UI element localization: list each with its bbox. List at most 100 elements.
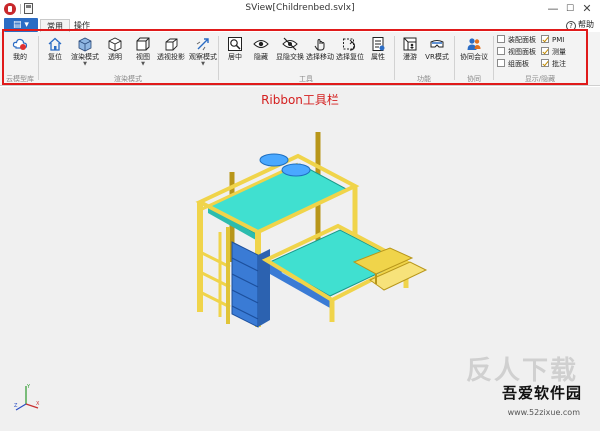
window-title: SView[Childrenbed.svlx]	[245, 3, 355, 13]
help-icon: ?	[566, 21, 576, 31]
center-button[interactable]: 居中	[222, 34, 248, 70]
meeting-icon	[467, 38, 481, 50]
render-mode-button[interactable]: 渲染模式 ▼	[70, 34, 100, 70]
select-reset-button[interactable]: 选择复位	[335, 34, 365, 70]
annotation-checkbox[interactable]: 批注	[541, 59, 566, 70]
group-panel-label: 组面板	[508, 60, 529, 68]
pmi-checkbox[interactable]: PMI	[541, 35, 564, 46]
meeting-label: 协同会议	[460, 53, 488, 61]
tab-operation[interactable]: 操作	[68, 19, 96, 32]
properties-label: 属性	[371, 53, 385, 61]
swap-visibility-icon	[282, 37, 298, 51]
file-menu-button[interactable]: ▤ ▾	[4, 18, 38, 32]
walkthrough-button[interactable]: 漫游	[397, 34, 423, 70]
annotation-label: 批注	[552, 60, 566, 68]
view-cube-icon	[136, 37, 150, 51]
group-separator	[493, 36, 494, 80]
perspective-cube-icon	[165, 38, 178, 51]
home-icon	[48, 37, 62, 51]
3d-viewport[interactable]: Ribbon工具栏 Y X Z 反人下载 吾爱软件园 www.52zixue.c…	[0, 87, 600, 431]
center-label: 居中	[228, 53, 242, 61]
group-separator	[218, 36, 219, 80]
ribbon-toolbar: 我的 云模型库 复位 渲染模式 ▼ 透明 视图 ▼ 透视投影 观察模式 ▼ 渲染…	[0, 32, 600, 86]
transparent-label: 透明	[108, 53, 122, 61]
vr-mode-label: VR模式	[425, 53, 449, 61]
properties-icon	[372, 37, 385, 51]
hide-label: 隐藏	[254, 53, 268, 61]
select-move-button[interactable]: 选择移动	[305, 34, 335, 70]
group-collaboration: 协同会议 协同	[456, 32, 492, 86]
swap-visibility-button[interactable]: 显隐交换	[275, 34, 305, 70]
measure-label: 测量	[552, 48, 566, 56]
my-cloud-label: 我的	[13, 53, 27, 61]
help-button[interactable]: ? 帮助	[566, 19, 594, 31]
transparent-cube-icon	[108, 37, 122, 52]
observe-mode-button[interactable]: 观察模式 ▼	[188, 34, 218, 70]
group-cloud-library: 我的 云模型库	[4, 32, 36, 86]
vr-mode-button[interactable]: VR模式	[423, 34, 451, 70]
tab-common[interactable]: 常用	[40, 19, 70, 32]
title-bar: SView[Childrenbed.svlx] — ☐ ✕	[0, 0, 600, 18]
watermark-text: 吾爱软件园	[501, 384, 582, 402]
help-label: 帮助	[578, 20, 594, 29]
assembly-panel-label: 装配面板	[508, 36, 536, 44]
group-label-tools: 工具	[299, 75, 313, 83]
properties-button[interactable]: 属性	[365, 34, 391, 70]
view-panel-checkbox[interactable]: 视图面板	[497, 47, 536, 58]
group-functions: 漫游 VR模式 功能	[396, 32, 452, 86]
checkbox-checked-icon	[541, 35, 549, 43]
eye-icon	[253, 40, 269, 48]
watermark-url: www.52zixue.com	[507, 408, 580, 417]
watermark: 反人下载 吾爱软件园 www.52zixue.com	[464, 356, 594, 423]
group-separator	[394, 36, 395, 80]
group-separator	[38, 36, 39, 80]
select-reset-icon	[343, 38, 356, 51]
maximize-button[interactable]: ☐	[563, 2, 577, 16]
reset-label: 复位	[48, 53, 62, 61]
svg-text:X: X	[36, 401, 40, 407]
my-cloud-button[interactable]: 我的	[7, 34, 33, 70]
meeting-button[interactable]: 协同会议	[457, 34, 491, 70]
group-panel-checkbox[interactable]: 组面板	[497, 59, 529, 70]
close-button[interactable]: ✕	[580, 2, 594, 16]
swap-visibility-label: 显隐交换	[276, 53, 304, 61]
svg-text:Y: Y	[26, 384, 31, 390]
group-show-hide: 装配面板 视图面板 组面板 PMI 测量 批注 显示/隐藏	[495, 32, 585, 86]
group-label-cloud: 云模型库	[6, 75, 34, 83]
cloud-icon	[12, 38, 28, 50]
center-icon	[228, 37, 242, 51]
minimize-button[interactable]: —	[546, 2, 560, 16]
select-reset-label: 选择复位	[336, 53, 364, 61]
reset-button[interactable]: 复位	[42, 34, 68, 70]
observe-mode-icon	[196, 38, 209, 51]
pmi-label: PMI	[552, 36, 565, 44]
tab-row: ▤ ▾ 常用 操作 ? 帮助	[0, 18, 600, 32]
ribbon-caption: Ribbon工具栏	[261, 93, 339, 107]
vr-headset-icon	[430, 40, 444, 48]
checkbox-icon	[497, 47, 505, 55]
view-panel-label: 视图面板	[508, 48, 536, 56]
checkbox-icon	[497, 35, 505, 43]
checkbox-checked-icon	[541, 59, 549, 67]
dropdown-arrow-icon: ▼	[83, 61, 87, 67]
shaded-cube-icon	[78, 37, 92, 52]
hide-button[interactable]: 隐藏	[248, 34, 274, 70]
view-button[interactable]: 视图 ▼	[130, 34, 156, 70]
select-move-label: 选择移动	[306, 53, 334, 61]
axis-triad-icon: Y X Z	[14, 384, 40, 411]
perspective-label: 透视投影	[157, 53, 185, 61]
walkthrough-icon	[403, 37, 417, 51]
group-label-show-hide: 显示/隐藏	[524, 75, 556, 83]
dropdown-arrow-icon: ▼	[201, 61, 205, 67]
assembly-panel-checkbox[interactable]: 装配面板	[497, 35, 536, 46]
bunk-bed-model[interactable]	[170, 112, 430, 337]
group-tools: 居中 隐藏 显隐交换 选择移动 选择复位 属性 工具	[220, 32, 392, 86]
measure-checkbox[interactable]: 测量	[541, 47, 566, 58]
group-label-functions: 功能	[417, 75, 431, 83]
checkbox-icon	[497, 59, 505, 67]
transparent-button[interactable]: 透明	[102, 34, 128, 70]
perspective-button[interactable]: 透视投影	[156, 34, 186, 70]
svg-text:Z: Z	[14, 403, 18, 409]
group-render-mode: 复位 渲染模式 ▼ 透明 视图 ▼ 透视投影 观察模式 ▼ 渲染模式	[40, 32, 218, 86]
group-separator	[454, 36, 455, 80]
